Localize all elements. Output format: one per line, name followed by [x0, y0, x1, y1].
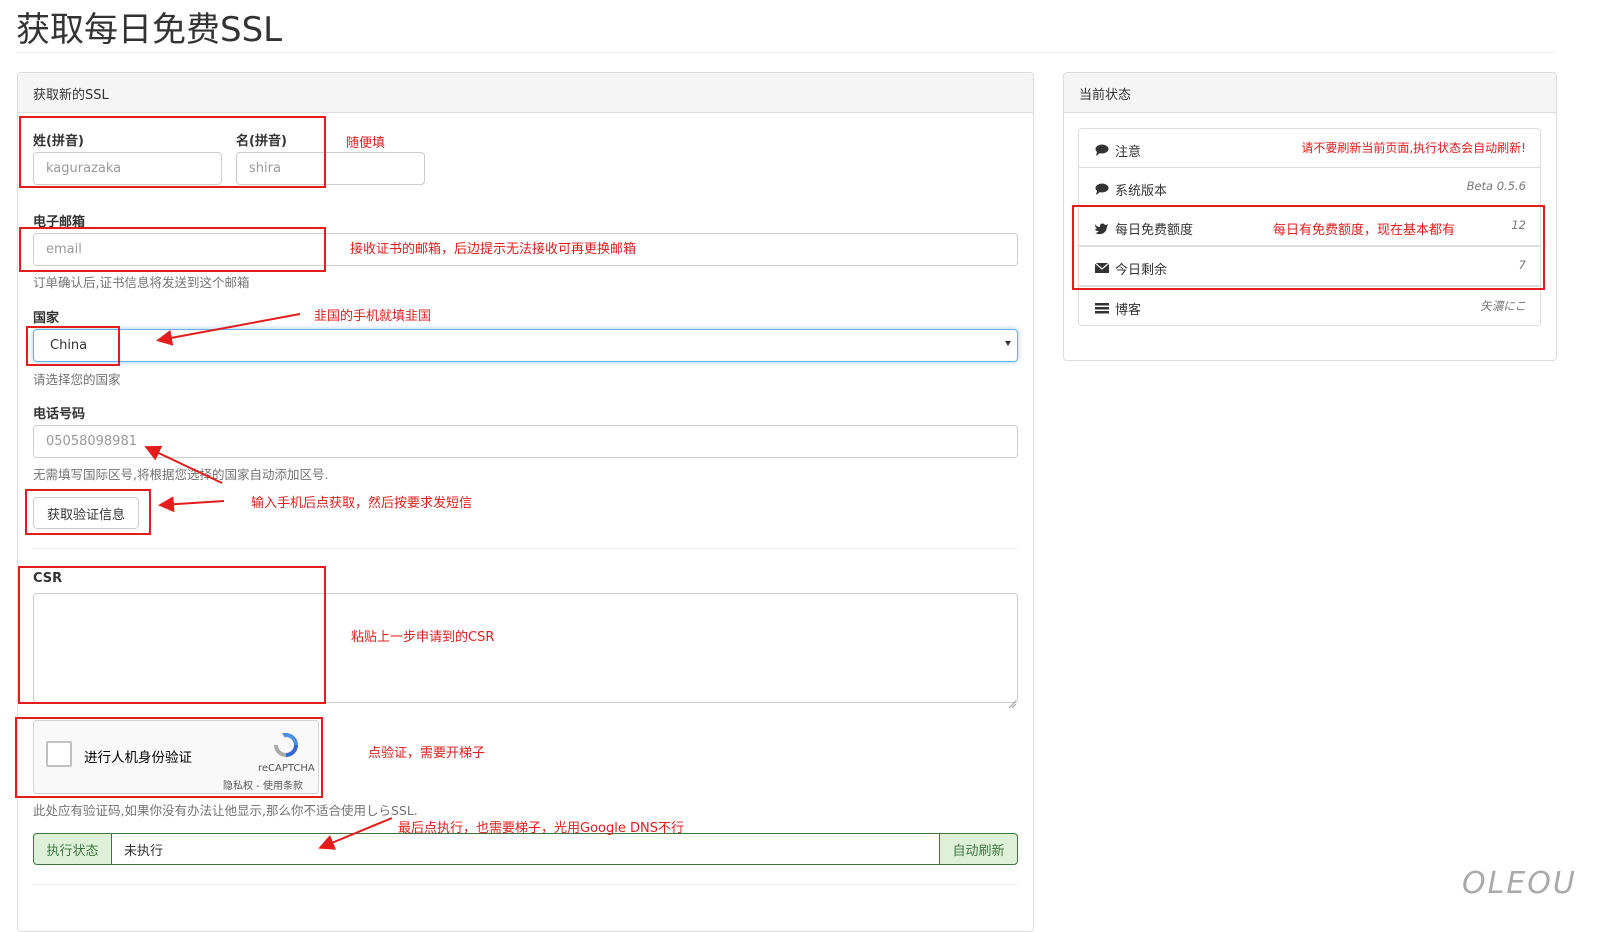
arrow-country	[156, 313, 301, 346]
annotation-arrows	[144, 313, 393, 850]
arrow-phone	[144, 445, 223, 484]
arrow-get-code	[158, 496, 225, 513]
watermark: OLEOU	[1462, 866, 1577, 901]
arrow-execute	[318, 817, 393, 850]
